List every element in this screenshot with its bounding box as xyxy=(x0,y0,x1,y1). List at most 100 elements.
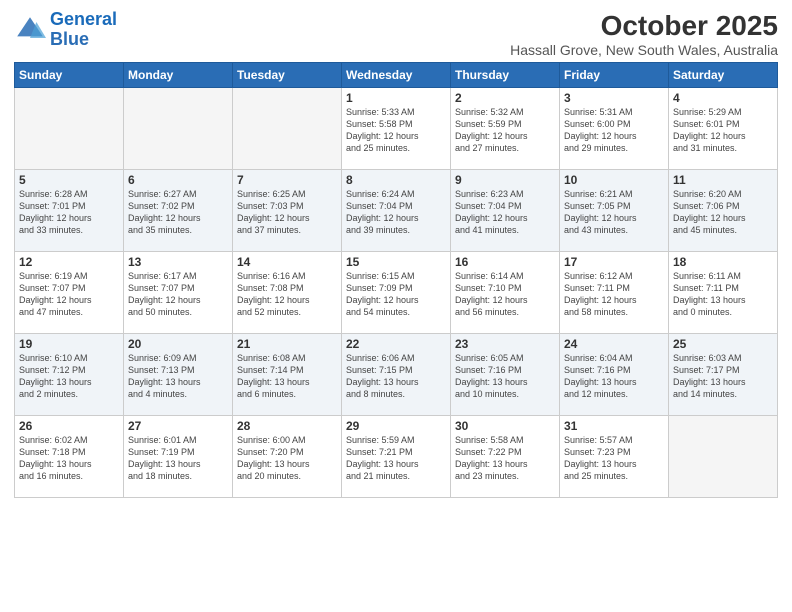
table-row xyxy=(15,88,124,170)
day-number: 20 xyxy=(128,337,228,351)
day-info: Sunrise: 5:58 AM Sunset: 7:22 PM Dayligh… xyxy=(455,434,555,483)
page-container: General Blue October 2025 Hassall Grove,… xyxy=(0,0,792,612)
day-number: 30 xyxy=(455,419,555,433)
day-info: Sunrise: 6:17 AM Sunset: 7:07 PM Dayligh… xyxy=(128,270,228,319)
day-info: Sunrise: 6:23 AM Sunset: 7:04 PM Dayligh… xyxy=(455,188,555,237)
table-row: 31Sunrise: 5:57 AM Sunset: 7:23 PM Dayli… xyxy=(560,416,669,498)
table-row: 15Sunrise: 6:15 AM Sunset: 7:09 PM Dayli… xyxy=(342,252,451,334)
header-friday: Friday xyxy=(560,63,669,88)
day-info: Sunrise: 6:01 AM Sunset: 7:19 PM Dayligh… xyxy=(128,434,228,483)
day-number: 12 xyxy=(19,255,119,269)
logo-icon xyxy=(14,14,46,46)
table-row: 4Sunrise: 5:29 AM Sunset: 6:01 PM Daylig… xyxy=(669,88,778,170)
day-number: 10 xyxy=(564,173,664,187)
table-row: 8Sunrise: 6:24 AM Sunset: 7:04 PM Daylig… xyxy=(342,170,451,252)
day-number: 2 xyxy=(455,91,555,105)
header-tuesday: Tuesday xyxy=(233,63,342,88)
day-number: 13 xyxy=(128,255,228,269)
table-row: 13Sunrise: 6:17 AM Sunset: 7:07 PM Dayli… xyxy=(124,252,233,334)
table-row: 9Sunrise: 6:23 AM Sunset: 7:04 PM Daylig… xyxy=(451,170,560,252)
table-row: 26Sunrise: 6:02 AM Sunset: 7:18 PM Dayli… xyxy=(15,416,124,498)
day-info: Sunrise: 6:24 AM Sunset: 7:04 PM Dayligh… xyxy=(346,188,446,237)
day-number: 9 xyxy=(455,173,555,187)
table-row: 25Sunrise: 6:03 AM Sunset: 7:17 PM Dayli… xyxy=(669,334,778,416)
header-monday: Monday xyxy=(124,63,233,88)
table-row: 23Sunrise: 6:05 AM Sunset: 7:16 PM Dayli… xyxy=(451,334,560,416)
day-number: 6 xyxy=(128,173,228,187)
table-row: 12Sunrise: 6:19 AM Sunset: 7:07 PM Dayli… xyxy=(15,252,124,334)
day-number: 26 xyxy=(19,419,119,433)
day-number: 25 xyxy=(673,337,773,351)
day-info: Sunrise: 5:32 AM Sunset: 5:59 PM Dayligh… xyxy=(455,106,555,155)
table-row: 1Sunrise: 5:33 AM Sunset: 5:58 PM Daylig… xyxy=(342,88,451,170)
day-info: Sunrise: 6:08 AM Sunset: 7:14 PM Dayligh… xyxy=(237,352,337,401)
table-row: 19Sunrise: 6:10 AM Sunset: 7:12 PM Dayli… xyxy=(15,334,124,416)
day-info: Sunrise: 6:16 AM Sunset: 7:08 PM Dayligh… xyxy=(237,270,337,319)
day-info: Sunrise: 6:11 AM Sunset: 7:11 PM Dayligh… xyxy=(673,270,773,319)
day-info: Sunrise: 6:25 AM Sunset: 7:03 PM Dayligh… xyxy=(237,188,337,237)
day-info: Sunrise: 6:10 AM Sunset: 7:12 PM Dayligh… xyxy=(19,352,119,401)
table-row: 22Sunrise: 6:06 AM Sunset: 7:15 PM Dayli… xyxy=(342,334,451,416)
day-info: Sunrise: 6:03 AM Sunset: 7:17 PM Dayligh… xyxy=(673,352,773,401)
day-number: 29 xyxy=(346,419,446,433)
table-row xyxy=(233,88,342,170)
table-row: 6Sunrise: 6:27 AM Sunset: 7:02 PM Daylig… xyxy=(124,170,233,252)
day-info: Sunrise: 5:29 AM Sunset: 6:01 PM Dayligh… xyxy=(673,106,773,155)
calendar-week-row: 12Sunrise: 6:19 AM Sunset: 7:07 PM Dayli… xyxy=(15,252,778,334)
table-row: 11Sunrise: 6:20 AM Sunset: 7:06 PM Dayli… xyxy=(669,170,778,252)
header-thursday: Thursday xyxy=(451,63,560,88)
table-row xyxy=(124,88,233,170)
table-row: 21Sunrise: 6:08 AM Sunset: 7:14 PM Dayli… xyxy=(233,334,342,416)
day-info: Sunrise: 6:14 AM Sunset: 7:10 PM Dayligh… xyxy=(455,270,555,319)
calendar-title: October 2025 xyxy=(510,10,778,42)
day-info: Sunrise: 6:00 AM Sunset: 7:20 PM Dayligh… xyxy=(237,434,337,483)
day-number: 1 xyxy=(346,91,446,105)
calendar-subtitle: Hassall Grove, New South Wales, Australi… xyxy=(510,42,778,58)
day-info: Sunrise: 6:09 AM Sunset: 7:13 PM Dayligh… xyxy=(128,352,228,401)
day-number: 31 xyxy=(564,419,664,433)
table-row: 5Sunrise: 6:28 AM Sunset: 7:01 PM Daylig… xyxy=(15,170,124,252)
calendar-table: Sunday Monday Tuesday Wednesday Thursday… xyxy=(14,62,778,498)
day-info: Sunrise: 6:12 AM Sunset: 7:11 PM Dayligh… xyxy=(564,270,664,319)
day-number: 28 xyxy=(237,419,337,433)
day-number: 17 xyxy=(564,255,664,269)
day-number: 4 xyxy=(673,91,773,105)
table-row: 24Sunrise: 6:04 AM Sunset: 7:16 PM Dayli… xyxy=(560,334,669,416)
table-row: 7Sunrise: 6:25 AM Sunset: 7:03 PM Daylig… xyxy=(233,170,342,252)
table-row: 14Sunrise: 6:16 AM Sunset: 7:08 PM Dayli… xyxy=(233,252,342,334)
table-row: 20Sunrise: 6:09 AM Sunset: 7:13 PM Dayli… xyxy=(124,334,233,416)
day-number: 16 xyxy=(455,255,555,269)
day-number: 23 xyxy=(455,337,555,351)
table-row: 18Sunrise: 6:11 AM Sunset: 7:11 PM Dayli… xyxy=(669,252,778,334)
day-info: Sunrise: 6:05 AM Sunset: 7:16 PM Dayligh… xyxy=(455,352,555,401)
day-number: 24 xyxy=(564,337,664,351)
day-info: Sunrise: 5:57 AM Sunset: 7:23 PM Dayligh… xyxy=(564,434,664,483)
day-info: Sunrise: 5:33 AM Sunset: 5:58 PM Dayligh… xyxy=(346,106,446,155)
calendar-week-row: 19Sunrise: 6:10 AM Sunset: 7:12 PM Dayli… xyxy=(15,334,778,416)
day-number: 5 xyxy=(19,173,119,187)
day-number: 19 xyxy=(19,337,119,351)
page-header: General Blue October 2025 Hassall Grove,… xyxy=(14,10,778,58)
logo: General Blue xyxy=(14,10,117,50)
day-info: Sunrise: 6:20 AM Sunset: 7:06 PM Dayligh… xyxy=(673,188,773,237)
table-row xyxy=(669,416,778,498)
calendar-week-row: 1Sunrise: 5:33 AM Sunset: 5:58 PM Daylig… xyxy=(15,88,778,170)
header-saturday: Saturday xyxy=(669,63,778,88)
day-number: 7 xyxy=(237,173,337,187)
table-row: 17Sunrise: 6:12 AM Sunset: 7:11 PM Dayli… xyxy=(560,252,669,334)
calendar-week-row: 26Sunrise: 6:02 AM Sunset: 7:18 PM Dayli… xyxy=(15,416,778,498)
day-info: Sunrise: 5:59 AM Sunset: 7:21 PM Dayligh… xyxy=(346,434,446,483)
day-info: Sunrise: 6:21 AM Sunset: 7:05 PM Dayligh… xyxy=(564,188,664,237)
table-row: 30Sunrise: 5:58 AM Sunset: 7:22 PM Dayli… xyxy=(451,416,560,498)
header-wednesday: Wednesday xyxy=(342,63,451,88)
day-info: Sunrise: 6:19 AM Sunset: 7:07 PM Dayligh… xyxy=(19,270,119,319)
header-sunday: Sunday xyxy=(15,63,124,88)
day-number: 8 xyxy=(346,173,446,187)
table-row: 29Sunrise: 5:59 AM Sunset: 7:21 PM Dayli… xyxy=(342,416,451,498)
day-number: 21 xyxy=(237,337,337,351)
table-row: 2Sunrise: 5:32 AM Sunset: 5:59 PM Daylig… xyxy=(451,88,560,170)
day-info: Sunrise: 6:02 AM Sunset: 7:18 PM Dayligh… xyxy=(19,434,119,483)
table-row: 28Sunrise: 6:00 AM Sunset: 7:20 PM Dayli… xyxy=(233,416,342,498)
table-row: 16Sunrise: 6:14 AM Sunset: 7:10 PM Dayli… xyxy=(451,252,560,334)
day-info: Sunrise: 6:27 AM Sunset: 7:02 PM Dayligh… xyxy=(128,188,228,237)
